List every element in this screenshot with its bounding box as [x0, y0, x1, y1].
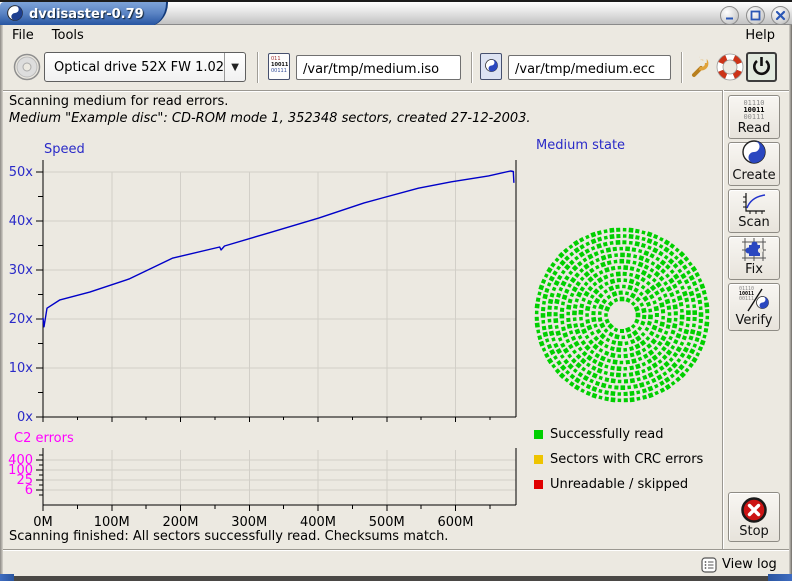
titlebar[interactable]: dvdisaster-0.79 — [0, 0, 792, 25]
svg-text:200M: 200M — [162, 515, 198, 530]
optical-drive-icon[interactable] — [12, 52, 42, 86]
svg-text:Speed: Speed — [44, 142, 85, 157]
scan-button[interactable]: Scan — [728, 189, 780, 233]
window-resize-corner[interactable] — [768, 574, 792, 581]
window-border-bottom — [0, 576, 792, 581]
maximize-icon — [750, 10, 761, 21]
preferences-wrench-icon[interactable] — [688, 54, 714, 84]
svg-text:500M: 500M — [369, 515, 405, 530]
window-border-left — [0, 25, 3, 581]
speed-c2-chart: SpeedC2 errors0x10x20x30x40x50x625100400… — [0, 130, 530, 532]
status-line2: Medium "Example disc": CD-ROM mode 1, 35… — [9, 110, 531, 127]
svg-text:20x: 20x — [9, 312, 34, 327]
menu-help[interactable]: Help — [731, 26, 789, 45]
scan-button-label: Scan — [738, 215, 770, 230]
legend-item-unreadable: Unreadable / skipped — [534, 477, 688, 492]
menubar: File Tools Help — [3, 25, 789, 47]
close-icon — [775, 10, 786, 21]
maximize-button[interactable] — [746, 6, 765, 25]
ecc-path-input[interactable] — [508, 55, 671, 80]
toolbar-separator — [681, 52, 683, 83]
menu-tools[interactable]: Tools — [43, 26, 93, 45]
verify-button-label: Verify — [736, 313, 773, 328]
iso-image-icon: 011 10011 00111 — [268, 53, 290, 80]
svg-text:40x: 40x — [9, 214, 34, 229]
binary-digits-icon: 01110 10011 00111 — [743, 100, 764, 121]
create-button[interactable]: Create — [728, 142, 780, 186]
legend-label: Successfully read — [550, 427, 663, 442]
svg-text:0M: 0M — [33, 515, 53, 530]
svg-text:400: 400 — [8, 453, 33, 468]
read-button[interactable]: 01110 10011 00111 Read — [728, 95, 780, 139]
svg-text:C2 errors: C2 errors — [14, 431, 74, 446]
red-x-icon — [740, 496, 768, 524]
minimize-button[interactable] — [720, 6, 739, 25]
app-window: dvdisaster-0.79 File Tools Help Optical … — [0, 0, 792, 581]
fix-button-label: Fix — [745, 262, 763, 277]
fix-button[interactable]: Fix — [728, 236, 780, 280]
drive-select-value: Optical drive 52X FW 1.02 — [45, 60, 224, 75]
legend-item-crc: Sectors with CRC errors — [534, 452, 703, 467]
legend-swatch-2 — [534, 480, 543, 489]
footer-status: Scanning finished: All sectors successfu… — [9, 529, 448, 544]
puzzle-piece-icon — [741, 237, 767, 262]
legend-item-success: Successfully read — [534, 427, 663, 442]
create-button-label: Create — [732, 168, 775, 183]
toolbar-separator — [471, 52, 473, 83]
close-button[interactable] — [771, 6, 790, 25]
iso-path-input[interactable] — [296, 55, 461, 80]
svg-text:300M: 300M — [231, 515, 267, 530]
titlebar-tab: dvdisaster-0.79 — [0, 2, 168, 27]
ecc-file-icon — [480, 53, 502, 80]
svg-text:50x: 50x — [9, 165, 34, 180]
toolbar: Optical drive 52X FW 1.02 ▼ 011 10011 00… — [3, 46, 789, 91]
legend-swatch-0 — [534, 430, 543, 439]
footer-divider — [3, 549, 789, 551]
medium-state-title: Medium state — [536, 138, 625, 153]
read-button-label: Read — [738, 121, 771, 136]
svg-text:600M: 600M — [437, 515, 473, 530]
drive-select[interactable]: Optical drive 52X FW 1.02 ▼ — [44, 52, 246, 82]
verify-button[interactable]: 01110 10011 00111 Verify — [728, 283, 780, 331]
svg-text:10x: 10x — [9, 361, 34, 376]
help-lifebuoy-icon[interactable] — [716, 53, 744, 85]
view-log-button[interactable]: View log — [697, 553, 781, 576]
log-list-icon — [701, 557, 717, 573]
window-corner-left — [0, 574, 14, 581]
status-line1: Scanning medium for read errors. — [9, 93, 531, 110]
svg-text:400M: 400M — [300, 515, 336, 530]
chart-curve-icon — [741, 191, 767, 215]
minimize-icon — [724, 10, 735, 21]
svg-text:0x: 0x — [17, 410, 33, 425]
stop-button-label: Stop — [739, 524, 769, 539]
stop-button[interactable]: Stop — [728, 492, 780, 542]
app-yinyang-icon — [7, 5, 23, 25]
legend-label: Unreadable / skipped — [550, 477, 688, 492]
status-area: Scanning medium for read errors. Medium … — [9, 93, 531, 127]
quit-power-icon[interactable] — [746, 52, 777, 82]
svg-text:100M: 100M — [94, 515, 130, 530]
view-log-label: View log — [722, 557, 777, 572]
toolbar-separator — [257, 52, 259, 83]
legend-swatch-1 — [534, 455, 543, 464]
binary-yinyang-icon: 01110 10011 00111 — [739, 287, 769, 313]
window-title: dvdisaster-0.79 — [29, 7, 144, 22]
menu-file[interactable]: File — [3, 26, 43, 45]
medium-state-disc — [530, 226, 714, 406]
chevron-down-icon: ▼ — [224, 53, 245, 81]
legend-label: Sectors with CRC errors — [550, 452, 703, 467]
svg-text:30x: 30x — [9, 263, 34, 278]
yin-yang-icon — [742, 140, 766, 168]
sidebar-divider — [722, 90, 724, 549]
